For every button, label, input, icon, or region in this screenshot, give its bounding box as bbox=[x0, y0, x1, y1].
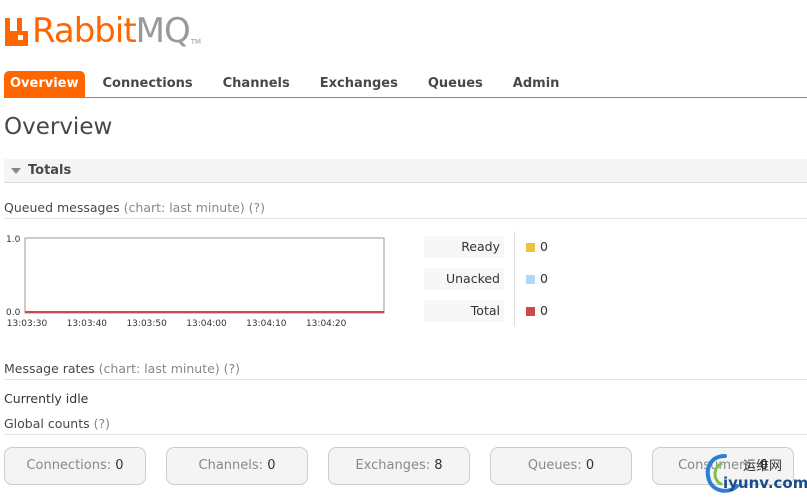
x-tick-label: 13:03:30 bbox=[7, 319, 48, 329]
watermark-url-text: iyunv.com bbox=[723, 474, 807, 492]
tab-channels[interactable]: Channels bbox=[217, 71, 296, 97]
chart-plot-area bbox=[24, 237, 385, 314]
legend-total: Total 0 bbox=[424, 300, 554, 322]
legend-label: Ready bbox=[424, 236, 504, 258]
message-rates-label: Message rates bbox=[4, 361, 95, 376]
x-tick-label: 13:04:20 bbox=[306, 319, 347, 329]
legend-divider bbox=[514, 231, 515, 326]
x-tick-label: 13:04:00 bbox=[186, 319, 227, 329]
count-label: Queues: bbox=[527, 458, 582, 473]
tab-exchanges[interactable]: Exchanges bbox=[314, 71, 404, 97]
totals-section-toggle[interactable]: Totals bbox=[4, 159, 807, 183]
watermark-cn-text: 运维网 bbox=[743, 459, 783, 474]
message-rates-help[interactable]: (chart: last minute) (?) bbox=[99, 361, 240, 376]
queues-count-button[interactable]: Queues: 0 bbox=[490, 447, 632, 485]
tab-overview[interactable]: Overview bbox=[4, 71, 85, 97]
tab-queues[interactable]: Queues bbox=[422, 71, 489, 97]
legend-label: Total bbox=[424, 300, 504, 322]
global-counts-help[interactable]: (?) bbox=[94, 416, 110, 431]
queued-messages-chart: 1.0 0.0 13:03:30 13:03:40 13:03:50 13:04:00… bbox=[6, 235, 385, 329]
legend-swatch bbox=[526, 275, 535, 284]
legend-label: Unacked bbox=[424, 268, 504, 290]
x-tick-label: 13:03:50 bbox=[126, 319, 167, 329]
triangle-down-icon bbox=[11, 167, 21, 174]
legend-value: 0 bbox=[540, 271, 548, 286]
channels-count-button[interactable]: Channels: 0 bbox=[166, 447, 308, 485]
legend-ready: Ready 0 bbox=[424, 236, 554, 258]
site-watermark: 运维网 iyunv.com bbox=[703, 452, 807, 496]
connections-count-button[interactable]: Connections: 0 bbox=[4, 447, 146, 485]
rabbitmq-logo: Rabbit MQ TM bbox=[4, 12, 201, 48]
logo-trademark: TM bbox=[190, 38, 202, 46]
tab-connections[interactable]: Connections bbox=[97, 71, 199, 97]
count-value: 8 bbox=[434, 458, 443, 473]
x-tick-label: 13:04:10 bbox=[246, 319, 287, 329]
queued-messages-help[interactable]: (chart: last minute) (?) bbox=[124, 200, 265, 215]
queued-messages-label: Queued messages bbox=[4, 200, 120, 215]
count-value: 0 bbox=[267, 458, 276, 473]
legend-swatch bbox=[526, 243, 535, 252]
global-counts-label: Global counts bbox=[4, 416, 90, 431]
count-label: Channels: bbox=[198, 458, 264, 473]
legend-swatch bbox=[526, 307, 535, 316]
legend-value: 0 bbox=[540, 239, 548, 254]
totals-label: Totals bbox=[28, 163, 72, 178]
count-label: Connections: bbox=[26, 458, 112, 473]
rabbitmq-logo-icon bbox=[5, 18, 28, 46]
count-value: 0 bbox=[585, 458, 595, 473]
tab-admin[interactable]: Admin bbox=[507, 71, 566, 97]
count-value: 0 bbox=[115, 458, 124, 473]
y-tick-label: 0.0 bbox=[6, 308, 21, 318]
logo-text-rabbit: Rabbit bbox=[32, 11, 137, 51]
legend-value: 0 bbox=[540, 303, 548, 318]
message-rates-status: Currently idle bbox=[4, 391, 89, 406]
global-counts-heading: Global counts (?) bbox=[4, 416, 807, 435]
logo-text-mq: MQ bbox=[135, 11, 191, 51]
y-tick-label: 1.0 bbox=[6, 235, 21, 245]
count-label: Exchanges: bbox=[355, 458, 431, 473]
legend-unacked: Unacked 0 bbox=[424, 268, 554, 290]
page-title: Overview bbox=[4, 114, 113, 140]
exchanges-count-button[interactable]: Exchanges: 8 bbox=[328, 447, 470, 485]
message-rates-heading: Message rates (chart: last minute) (?) bbox=[4, 361, 807, 380]
main-nav: Overview Connections Channels Exchanges … bbox=[4, 71, 807, 98]
x-tick-label: 13:03:40 bbox=[67, 319, 108, 329]
queued-messages-heading: Queued messages (chart: last minute) (?) bbox=[4, 200, 807, 219]
